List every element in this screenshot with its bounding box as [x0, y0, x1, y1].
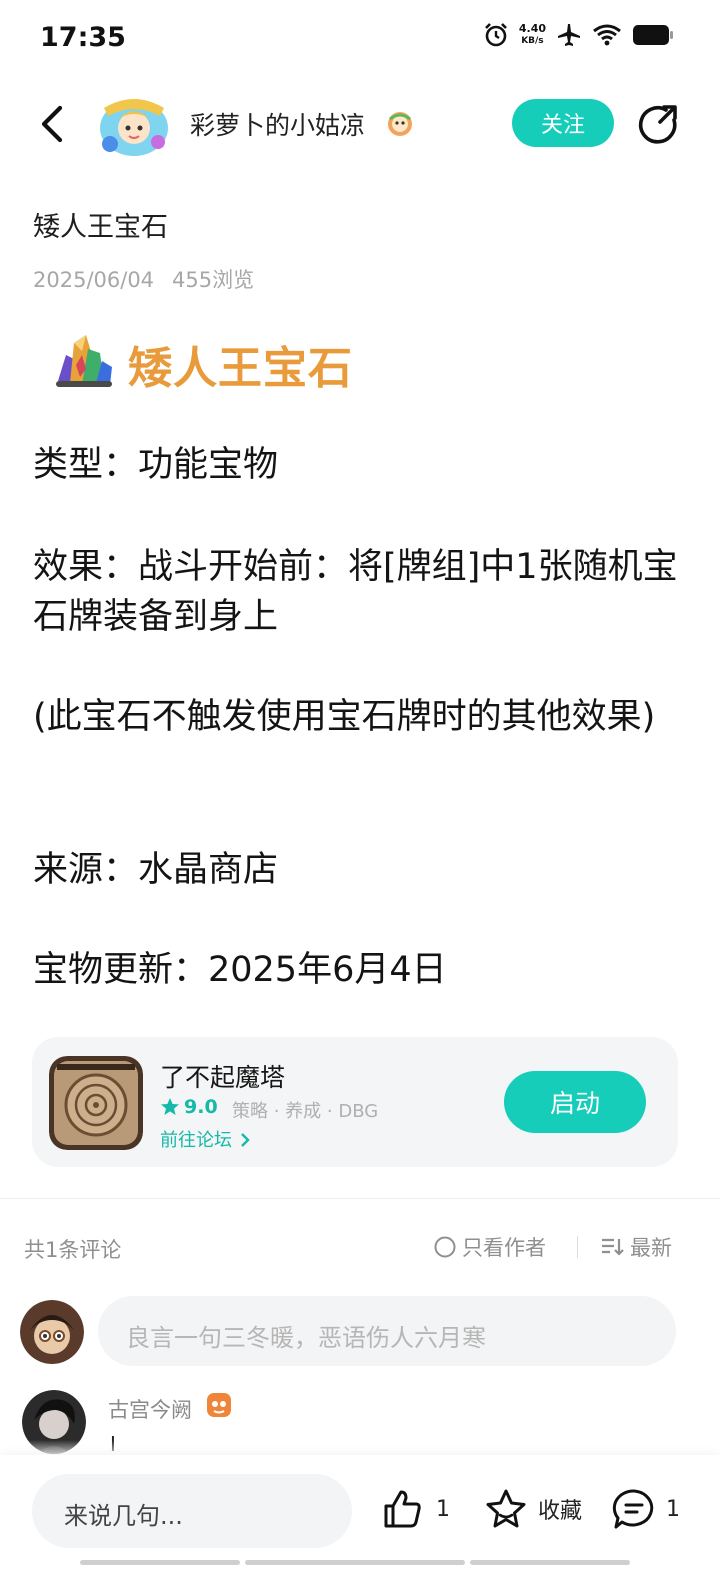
- post-title: 矮人王宝石: [33, 212, 168, 243]
- status-icons: 4.40 KB/s: [483, 22, 674, 48]
- net-speed-unit: KB/s: [521, 36, 544, 46]
- sort-icon[interactable]: [600, 1236, 624, 1258]
- section-divider: [0, 1198, 720, 1199]
- battery-icon: [633, 25, 673, 45]
- comment-button[interactable]: 1: [612, 1488, 680, 1530]
- filter-separator: [577, 1236, 578, 1258]
- star-outline-icon[interactable]: [484, 1488, 528, 1530]
- back-arrow-icon[interactable]: [36, 102, 72, 146]
- nav-indicator-left: [80, 1560, 240, 1565]
- net-speed-value: 4.40: [518, 22, 546, 35]
- favorite-button[interactable]: 收藏: [484, 1488, 582, 1530]
- post-paragraph-source: 来源：水晶商店: [33, 850, 279, 890]
- only-author-label[interactable]: 只看作者: [462, 1232, 546, 1262]
- app-rating-value: 9.0: [184, 1096, 218, 1118]
- comment-input-placeholder[interactable]: 良言一句三冬暖，恶语伤人六月寒: [126, 1318, 486, 1353]
- quick-comment-placeholder[interactable]: 来说几句...: [64, 1496, 183, 1531]
- post-paragraph-effect: 效果：战斗开始前：将[牌组]中1张随机宝石牌装备到身上: [33, 547, 678, 637]
- app-forum-link[interactable]: 前往论坛: [160, 1126, 252, 1152]
- like-button[interactable]: 1: [382, 1488, 450, 1530]
- post-paragraph-update: 宝物更新：2025年6月4日: [33, 950, 447, 990]
- alarm-icon: [484, 23, 507, 47]
- launch-button[interactable]: 启动: [504, 1071, 646, 1133]
- post-paragraph-note: (此宝石不触发使用宝石牌时的其他效果): [33, 697, 656, 737]
- favorite-label[interactable]: 收藏: [538, 1493, 582, 1525]
- nav-indicator-center: [245, 1560, 465, 1565]
- share-icon[interactable]: [636, 102, 680, 146]
- commenter-badge-icon: [207, 1393, 231, 1417]
- follow-button[interactable]: 关注: [512, 99, 614, 147]
- thumbs-up-icon[interactable]: [382, 1488, 424, 1530]
- current-user-avatar[interactable]: [20, 1300, 84, 1364]
- status-time: 17:35: [40, 22, 126, 53]
- like-count[interactable]: 1: [436, 1497, 450, 1522]
- post-date: 2025/06/04: [33, 268, 155, 292]
- author-avatar[interactable]: [96, 88, 172, 160]
- app-icon[interactable]: [49, 1056, 143, 1150]
- author-name[interactable]: 彩萝卜的小姑凉: [190, 106, 365, 142]
- sort-toggle[interactable]: 最新: [600, 1232, 672, 1262]
- nav-indicator-right: [470, 1560, 630, 1565]
- network-speed: 4.40 KB/s: [519, 23, 546, 47]
- only-author-toggle[interactable]: 只看作者: [434, 1232, 546, 1262]
- airplane-icon: [558, 24, 580, 46]
- post-views: 455浏览: [172, 268, 255, 292]
- commenter-name[interactable]: 古宫今阙: [108, 1394, 192, 1424]
- app-rating: 9.0: [160, 1096, 218, 1118]
- sort-label[interactable]: 最新: [630, 1232, 672, 1262]
- author-badge-icon: [388, 112, 412, 136]
- gem-cluster-icon: [56, 335, 112, 387]
- comment-bubble-icon[interactable]: [612, 1488, 656, 1530]
- post-headline: 矮人王宝石: [128, 343, 353, 394]
- comment-count-bottom[interactable]: 1: [666, 1497, 680, 1522]
- comment-count: 共1条评论: [24, 1238, 122, 1262]
- chevron-right-icon: [240, 1133, 250, 1147]
- status-bar: 17:35 4.40 KB/s: [0, 0, 720, 80]
- app-name[interactable]: 了不起魔塔: [160, 1058, 285, 1094]
- post-paragraph-type: 类型：功能宝物: [33, 445, 279, 485]
- radio-circle-icon[interactable]: [434, 1236, 456, 1258]
- app-forum-label[interactable]: 前往论坛: [160, 1130, 232, 1151]
- star-icon: [161, 1098, 179, 1115]
- app-tags: 策略 · 养成 · DBG: [232, 1101, 379, 1122]
- wifi-icon: [593, 24, 621, 46]
- post-meta: 2025/06/04 455浏览: [33, 264, 254, 294]
